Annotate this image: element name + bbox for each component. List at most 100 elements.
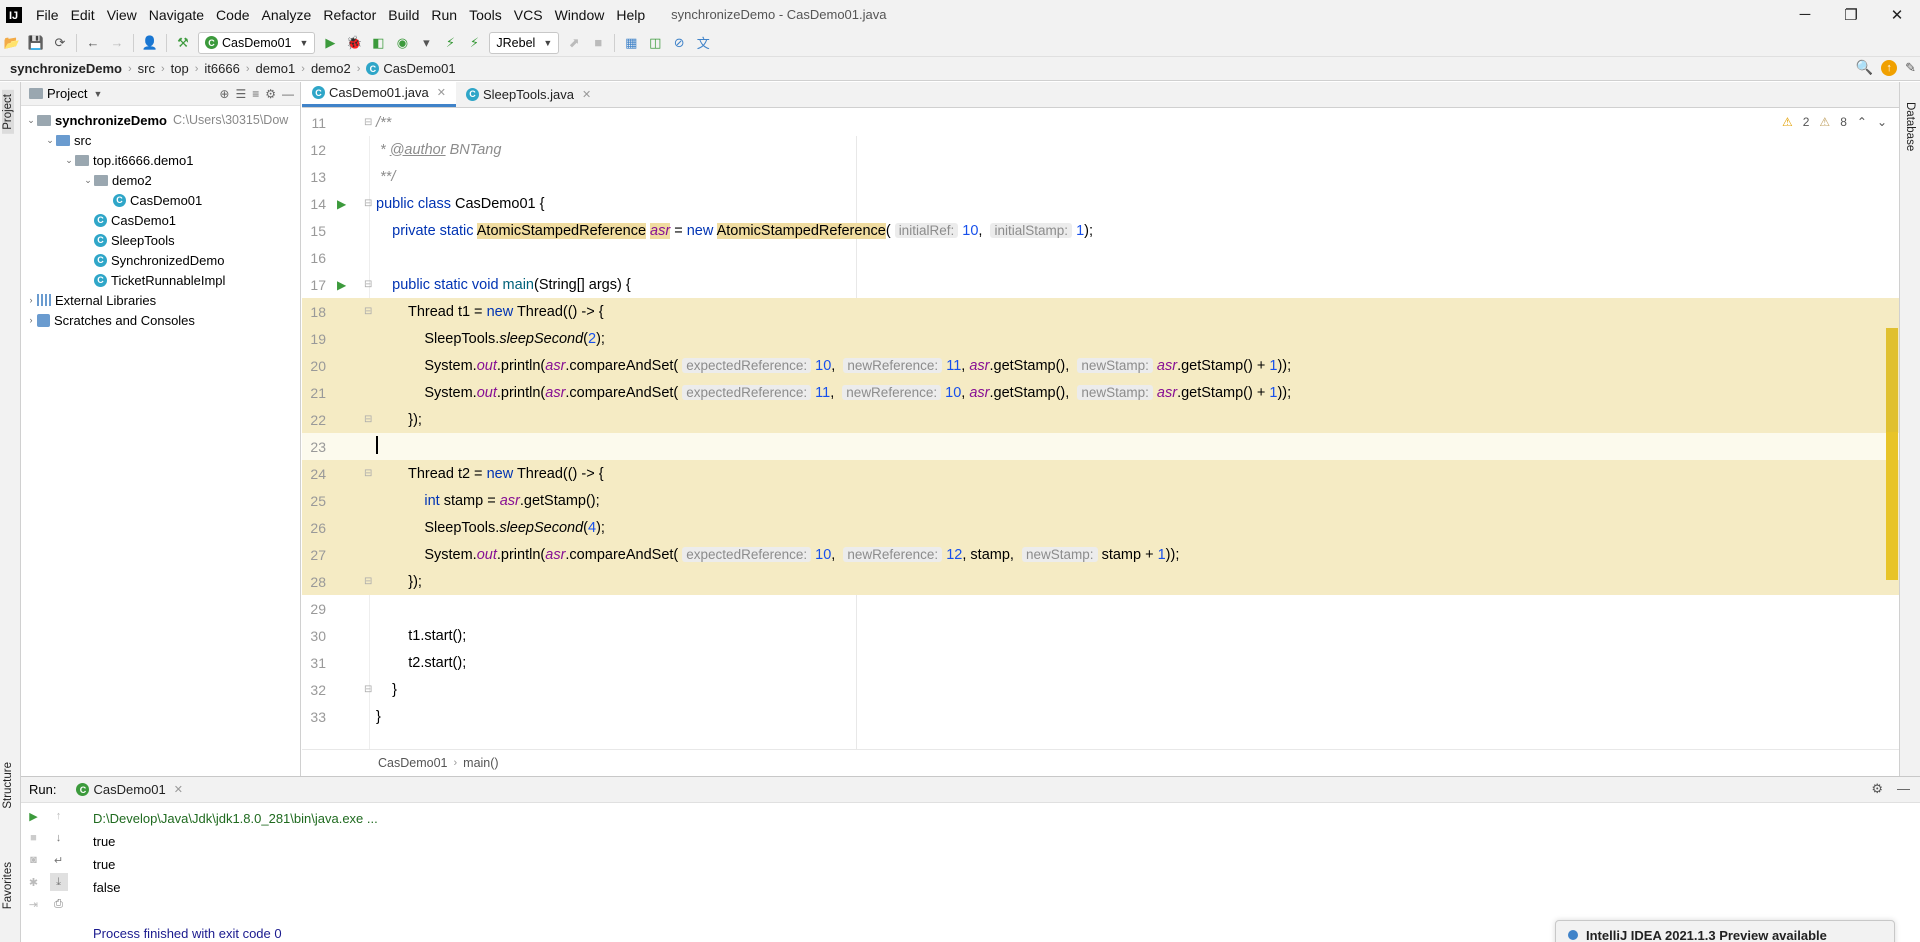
breadcrumb-item[interactable]: demo1 bbox=[256, 61, 296, 76]
print-icon[interactable]: ⎙ bbox=[50, 895, 68, 913]
chevron-down-icon[interactable]: ⌄ bbox=[82, 175, 94, 186]
tree-item[interactable]: C TicketRunnableImpl bbox=[21, 270, 300, 290]
inspection-widget[interactable]: ⚠ 2 ⚠ 8 ⌃ ⌄ bbox=[1782, 115, 1887, 129]
code-line[interactable]: 19 SleepTools.sleepSecond(2); bbox=[302, 325, 1899, 352]
stop-icon[interactable]: ■ bbox=[25, 829, 43, 847]
jrebel-run-icon[interactable]: ⚡ bbox=[439, 32, 461, 54]
rerun-icon[interactable]: ▶ bbox=[25, 807, 43, 825]
code-line[interactable]: 20 System.out.println(asr.compareAndSet(… bbox=[302, 352, 1899, 379]
chevron-down-icon[interactable]: ▼ bbox=[93, 89, 102, 99]
fold-icon[interactable]: ⊟ bbox=[364, 279, 372, 290]
chevron-right-icon[interactable]: › bbox=[25, 315, 37, 325]
scroll-to-end-icon[interactable]: ⤓ bbox=[49, 873, 68, 891]
menu-build[interactable]: Build bbox=[382, 7, 425, 23]
editor-tab[interactable]: C SleepTools.java ✕ bbox=[456, 81, 601, 107]
jrebel-debug-icon[interactable]: ⚡ bbox=[463, 32, 485, 54]
menu-edit[interactable]: Edit bbox=[65, 7, 101, 23]
expand-all-icon[interactable]: ☰ bbox=[235, 87, 246, 101]
breadcrumb-item[interactable]: synchronizeDemo bbox=[10, 61, 122, 76]
code-line[interactable]: 17 ▶ public static void main(String[] arg… bbox=[302, 271, 1899, 298]
fold-icon[interactable]: ⊟ bbox=[364, 468, 372, 479]
hide-icon[interactable]: — bbox=[282, 87, 294, 101]
code-line[interactable]: 13 **/ bbox=[302, 163, 1899, 190]
code-line[interactable]: 29 bbox=[302, 595, 1899, 622]
save-all-icon[interactable]: 💾 bbox=[25, 32, 47, 54]
update-notification[interactable]: IntelliJ IDEA 2021.1.3 Preview available bbox=[1555, 920, 1895, 942]
chevron-down-icon[interactable]: ⌄ bbox=[44, 135, 56, 146]
fold-icon[interactable]: ⊟ bbox=[364, 198, 372, 209]
menu-navigate[interactable]: Navigate bbox=[143, 7, 210, 23]
menu-code[interactable]: Code bbox=[210, 7, 255, 23]
jrebel-select[interactable]: JRebel ▼ bbox=[489, 31, 560, 54]
structure-tool-tab[interactable]: Structure bbox=[2, 762, 14, 809]
no-icon[interactable]: ⊘ bbox=[668, 32, 690, 54]
fold-icon[interactable]: ⊟ bbox=[364, 117, 372, 128]
menu-window[interactable]: Window bbox=[549, 7, 611, 23]
tree-item[interactable]: ⌄ src bbox=[21, 130, 300, 150]
code-line[interactable]: 28 }); bbox=[302, 568, 1899, 595]
sync-icon[interactable]: ⟳ bbox=[49, 32, 71, 54]
breadcrumb-item[interactable]: CasDemo01 bbox=[383, 61, 455, 76]
code-line[interactable]: 18 Thread t1 = new Thread(() -> { bbox=[302, 298, 1899, 325]
code-line[interactable]: 26 SleepTools.sleepSecond(4); bbox=[302, 514, 1899, 541]
code-line[interactable]: 16 bbox=[302, 244, 1899, 271]
profile-icon[interactable]: ◉ bbox=[391, 32, 413, 54]
debug-icon[interactable]: 🐞 bbox=[343, 32, 365, 54]
hide-icon[interactable]: — bbox=[1897, 781, 1910, 797]
tree-item[interactable]: C CasDemo01 bbox=[21, 190, 300, 210]
locate-icon[interactable]: ⊕ bbox=[219, 87, 229, 101]
breadcrumb-item[interactable]: src bbox=[138, 61, 155, 76]
more-run-icon[interactable]: ▾ bbox=[415, 32, 437, 54]
chevron-down-icon[interactable]: ⌄ bbox=[1877, 115, 1887, 129]
soft-wrap-icon[interactable]: ↵ bbox=[50, 851, 68, 869]
debug-icon[interactable]: ✱ bbox=[25, 873, 43, 891]
update-icon[interactable]: ↑ bbox=[1881, 59, 1898, 76]
camera-icon[interactable]: ◙ bbox=[25, 851, 43, 869]
editor-tab[interactable]: C CasDemo01.java ✕ bbox=[302, 81, 456, 107]
chevron-up-icon[interactable]: ⌃ bbox=[1857, 115, 1867, 129]
tree-item[interactable]: C SleepTools bbox=[21, 230, 300, 250]
favorites-tool-tab[interactable]: Favorites bbox=[2, 862, 14, 909]
fold-icon[interactable]: ⊟ bbox=[364, 576, 372, 587]
code-area[interactable]: 11/** 12 * @author BNTang 13 **/14 ▶ public … bbox=[302, 109, 1899, 749]
open-folder-icon[interactable]: 📂 bbox=[1, 32, 23, 54]
down-arrow-icon[interactable]: ↓ bbox=[50, 829, 68, 847]
fold-icon[interactable]: ⊟ bbox=[364, 684, 372, 695]
fold-icon[interactable]: ⊟ bbox=[364, 306, 372, 317]
menu-analyze[interactable]: Analyze bbox=[256, 7, 318, 23]
coverage-icon[interactable]: ◧ bbox=[367, 32, 389, 54]
breadcrumb-class[interactable]: CasDemo01 bbox=[378, 756, 447, 770]
run-gutter-icon[interactable]: ▶ bbox=[337, 197, 346, 211]
menu-tools[interactable]: Tools bbox=[463, 7, 508, 23]
run-gutter-icon[interactable]: ▶ bbox=[337, 278, 346, 292]
code-line[interactable]: 11 /** bbox=[302, 109, 1899, 136]
code-line[interactable]: 15 private static AtomicStampedReference… bbox=[302, 217, 1899, 244]
menu-vcs[interactable]: VCS bbox=[508, 7, 549, 23]
run-tab[interactable]: C CasDemo01 ✕ bbox=[76, 782, 183, 797]
code-line[interactable]: 31 t2.start(); bbox=[302, 649, 1899, 676]
settings-icon[interactable]: ⚙ bbox=[1871, 781, 1883, 797]
code-line[interactable]: 23 bbox=[302, 433, 1899, 460]
collapse-all-icon[interactable]: ≡ bbox=[252, 87, 259, 101]
console-output[interactable]: D:\Develop\Java\Jdk\jdk1.8.0_281\bin\jav… bbox=[93, 807, 378, 942]
code-line[interactable]: 24 Thread t2 = new Thread(() -> { bbox=[302, 460, 1899, 487]
code-line[interactable]: 22 }); bbox=[302, 406, 1899, 433]
menu-view[interactable]: View bbox=[101, 7, 143, 23]
code-line[interactable]: 21 System.out.println(asr.compareAndSet(… bbox=[302, 379, 1899, 406]
project-structure-icon[interactable]: ▦ bbox=[620, 32, 642, 54]
breadcrumb-item[interactable]: top bbox=[171, 61, 189, 76]
chevron-down-icon[interactable]: ⌄ bbox=[25, 115, 37, 126]
code-line[interactable]: 25 int stamp = asr.getStamp(); bbox=[302, 487, 1899, 514]
error-stripe[interactable] bbox=[1885, 136, 1899, 749]
chevron-right-icon[interactable]: › bbox=[25, 295, 37, 305]
chevron-down-icon[interactable]: ⌄ bbox=[63, 155, 75, 166]
translate-icon[interactable]: 文 bbox=[692, 32, 714, 54]
breadcrumb-method[interactable]: main() bbox=[463, 756, 498, 770]
tree-item[interactable]: ⌄ demo2 bbox=[21, 170, 300, 190]
tree-item[interactable]: › Scratches and Consoles bbox=[21, 310, 300, 330]
tree-item[interactable]: › External Libraries bbox=[21, 290, 300, 310]
project-tool-tab[interactable]: Project bbox=[2, 90, 14, 134]
minimize-button[interactable]: ─ bbox=[1782, 0, 1828, 29]
breadcrumb-item[interactable]: it6666 bbox=[204, 61, 239, 76]
tree-item[interactable]: ⌄ top.it6666.demo1 bbox=[21, 150, 300, 170]
